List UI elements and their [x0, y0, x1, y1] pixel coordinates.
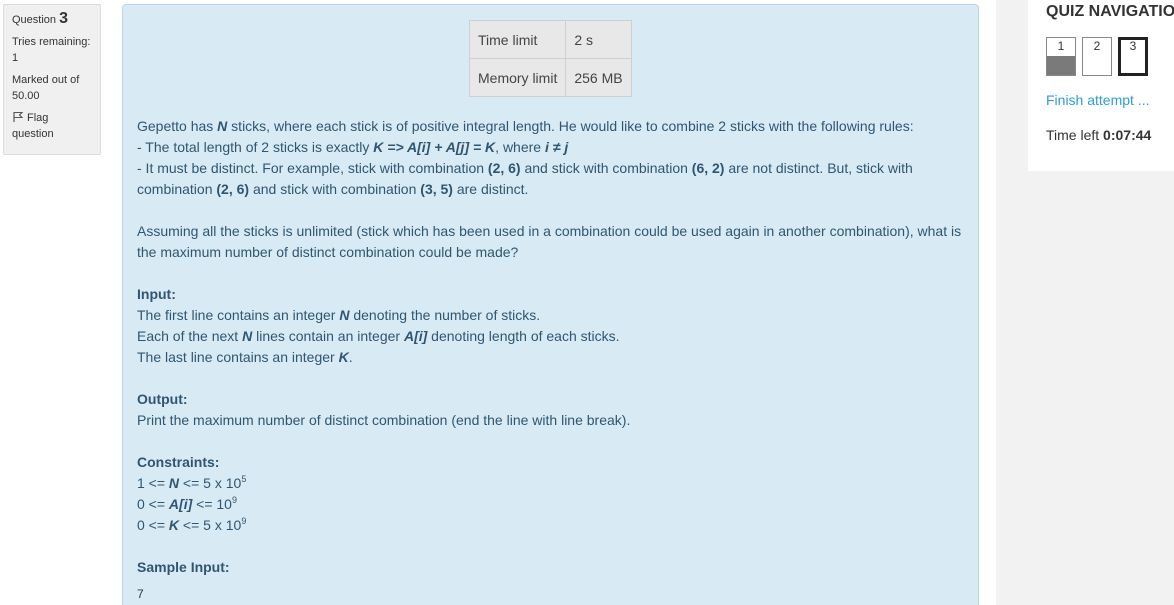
input-line-1: The first line contains an integer N den… — [137, 305, 972, 326]
combo: (6, 2) — [691, 160, 725, 176]
text-span: Gepetto has — [137, 118, 218, 134]
text-span: denoting the number of sticks. — [349, 307, 541, 323]
constraint-2: 0 <= A[i] <= 109 — [137, 494, 972, 515]
input-line-3: The last line contains an integer K. — [137, 347, 972, 368]
constraint-1: 1 <= N <= 5 x 105 — [137, 473, 972, 494]
rule-1: - The total length of 2 sticks is exactl… — [137, 137, 972, 158]
exponent: 9 — [241, 516, 247, 526]
text-span: 0 <= — [137, 517, 169, 533]
time-limit-row: Time limit 2 s — [468, 20, 632, 59]
question-number-value: 3 — [59, 10, 68, 27]
assumption: Assuming all the sticks is unlimited (st… — [137, 223, 962, 260]
output-heading: Output: — [137, 391, 188, 407]
marked-label: Marked out of — [12, 74, 80, 86]
text-span: . — [348, 349, 353, 365]
text-span: The last line contains an integer — [137, 349, 339, 365]
text-span: are distinct. — [452, 181, 529, 197]
finish-attempt-link[interactable]: Finish attempt ... — [1046, 92, 1149, 108]
text-span: and stick with combination — [520, 160, 692, 176]
flag-label-2: question — [12, 128, 54, 140]
input-heading: Input: — [137, 286, 176, 302]
memory-limit-value: 256 MB — [565, 58, 632, 97]
var-k: K — [338, 349, 349, 365]
text-span: sticks, where each stick is of positive … — [227, 118, 914, 134]
text-span: and stick with combination — [249, 181, 421, 197]
input-line-2: Each of the next N lines contain an inte… — [137, 326, 972, 347]
combo: (2, 6) — [487, 160, 521, 176]
var-k: K — [168, 517, 180, 533]
tries-value: 1 — [12, 52, 19, 64]
quiz-nav-label: 3 — [1129, 39, 1137, 53]
var-n: N — [339, 307, 350, 323]
memory-limit-label: Memory limit — [468, 58, 567, 97]
constraint-3: 0 <= K <= 5 x 109 — [137, 515, 972, 536]
time-limit-label: Time limit — [468, 20, 567, 59]
text-span: - It must be distinct. For example, stic… — [137, 160, 488, 176]
quiz-nav-button-2[interactable]: 2 — [1082, 37, 1112, 76]
text-span: denoting length of each sticks. — [427, 328, 620, 344]
var-n: N — [217, 118, 228, 134]
tries-remaining: Tries remaining: 1 — [12, 34, 92, 66]
text-span: <= 5 x 10 — [179, 475, 242, 491]
text-span: Each of the next — [137, 328, 243, 344]
var-ai: A[i] — [403, 328, 428, 344]
var-n: N — [168, 475, 180, 491]
quiz-nav-button-3[interactable]: 3 — [1118, 37, 1148, 76]
quiz-navigation-title: QUIZ NAVIGATIO — [1046, 3, 1174, 20]
quiz-nav-label: 2 — [1093, 39, 1101, 53]
quiz-nav-label: 1 — [1057, 39, 1065, 53]
quiz-nav-button-1[interactable]: 1 — [1046, 37, 1076, 76]
quiz-navigation-panel: QUIZ NAVIGATIO 1 2 3 Finish attempt ... … — [1028, 0, 1174, 171]
flag-icon — [12, 111, 24, 123]
time-left-label: Time left — [1046, 127, 1104, 143]
var-n: N — [242, 328, 253, 344]
text-span: <= 10 — [192, 496, 232, 512]
answered-indicator — [1047, 56, 1075, 75]
question-info-panel: Question 3 Tries remaining: 1 Marked out … — [3, 4, 101, 155]
var-ai: A[i] — [168, 496, 193, 512]
time-left-value: 0:07:44 — [1103, 127, 1152, 143]
tries-label: Tries remaining: — [12, 36, 91, 48]
flag-label: Flag — [27, 112, 49, 124]
formula: K => A[i] + A[j] = K — [373, 139, 496, 155]
question-content: Time limit 2 s Memory limit 256 MB Gepet… — [122, 4, 979, 605]
marked-out-of: Marked out of 50.00 — [12, 72, 92, 104]
text-span: The first line contains an integer — [137, 307, 340, 323]
sample-input-heading: Sample Input: — [137, 559, 230, 575]
time-left: Time left 0:07:44 — [1046, 127, 1151, 143]
question-label: Question — [12, 14, 57, 26]
limits-table: Time limit 2 s Memory limit 256 MB — [468, 20, 632, 97]
text-span: , where — [495, 139, 545, 155]
text-span: - The total length of 2 sticks is exactl… — [137, 139, 374, 155]
output-text: Print the maximum number of distinct com… — [137, 412, 631, 428]
question-number: Question 3 — [12, 11, 92, 28]
time-limit-value: 2 s — [565, 20, 632, 59]
text-span: lines contain an integer — [252, 328, 404, 344]
exponent: 9 — [231, 495, 237, 505]
marked-value: 50.00 — [12, 90, 40, 102]
condition: i ≠ j — [544, 139, 569, 155]
flag-question-button[interactable]: Flag question — [12, 110, 92, 142]
sample-input-line: 7 — [137, 587, 144, 601]
text-span: 0 <= — [137, 496, 169, 512]
text-span: 1 <= — [137, 475, 169, 491]
quiz-page: Question 3 Tries remaining: 1 Marked out … — [0, 0, 1174, 605]
combo: (2, 6) — [216, 181, 250, 197]
text-span: <= 5 x 10 — [179, 517, 242, 533]
memory-limit-row: Memory limit 256 MB — [468, 58, 632, 97]
exponent: 5 — [241, 474, 247, 484]
intro-line: Gepetto has N sticks, where each stick i… — [137, 116, 972, 137]
question-text: Gepetto has N sticks, where each stick i… — [137, 116, 972, 605]
rule-2: - It must be distinct. For example, stic… — [137, 158, 972, 200]
combo: (3, 5) — [420, 181, 453, 197]
constraints-heading: Constraints: — [137, 454, 220, 470]
